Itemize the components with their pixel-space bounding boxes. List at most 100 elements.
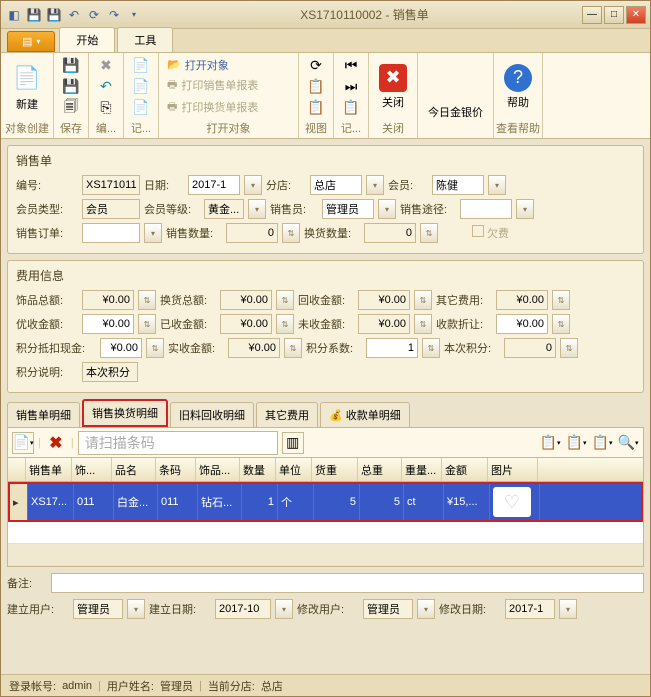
cell-image[interactable]: ♡ xyxy=(490,484,540,520)
delete-icon[interactable]: ✖ xyxy=(95,56,117,76)
f1-spin-icon[interactable]: ⇅ xyxy=(138,290,156,310)
col-amount[interactable]: 金额 xyxy=(442,458,488,481)
f9-field[interactable]: ¥0.00 xyxy=(100,338,142,358)
qat-refresh-icon[interactable]: ⟳ xyxy=(85,6,103,24)
tab-other-fee[interactable]: 其它费用 xyxy=(256,402,318,427)
next-icon[interactable]: ⏭ xyxy=(340,77,362,97)
f11-field[interactable]: 1 xyxy=(366,338,418,358)
cell-qty[interactable]: 1 xyxy=(242,484,278,520)
f5-spin-icon[interactable]: ⇅ xyxy=(138,314,156,334)
close-object-button[interactable]: ✖关闭 xyxy=(375,62,411,112)
order-drop-icon[interactable]: ▾ xyxy=(144,223,162,243)
staff-field[interactable]: 管理员 xyxy=(322,199,374,219)
save-icon[interactable]: 💾 xyxy=(60,56,82,76)
f9-spin-icon[interactable]: ⇅ xyxy=(146,338,164,358)
f12-spin-icon[interactable]: ⇅ xyxy=(560,338,578,358)
staff-drop-icon[interactable]: ▾ xyxy=(378,199,396,219)
open-object-link[interactable]: 📂打开对象 xyxy=(165,56,260,74)
mu-drop-icon[interactable]: ▾ xyxy=(417,599,435,619)
qat-undo-icon[interactable]: ↶ xyxy=(65,6,83,24)
date-field[interactable]: 2017-1 xyxy=(188,175,240,195)
tab-start[interactable]: 开始 xyxy=(59,27,115,52)
maximize-button[interactable]: □ xyxy=(604,6,624,24)
f7-spin-icon[interactable]: ⇅ xyxy=(414,314,432,334)
f3-spin-icon[interactable]: ⇅ xyxy=(414,290,432,310)
md-drop-icon[interactable]: ▾ xyxy=(559,599,577,619)
tab-recycle-detail[interactable]: 旧料回收明细 xyxy=(170,402,254,427)
cell-jewel[interactable]: 011 xyxy=(74,484,114,520)
cell-name[interactable]: 白金... xyxy=(114,484,158,520)
qat-redo-icon[interactable]: ↷ xyxy=(105,6,123,24)
cell-amount[interactable]: ¥15,... xyxy=(444,484,490,520)
col-total[interactable]: 总重 xyxy=(358,458,402,481)
barcode-input[interactable]: 请扫描条码 xyxy=(78,431,278,455)
branch-drop-icon[interactable]: ▾ xyxy=(366,175,384,195)
app-menu-button[interactable]: ▤▾ xyxy=(7,31,55,52)
prev-icon[interactable]: ⏮ xyxy=(340,56,362,76)
delete-row-button[interactable]: ✖ xyxy=(45,432,67,454)
saveas-icon[interactable]: 💾 xyxy=(60,77,82,97)
member-drop-icon[interactable]: ▾ xyxy=(488,175,506,195)
new-row-button[interactable]: 📄▾ xyxy=(12,432,34,454)
refresh-icon[interactable]: ⟳ xyxy=(305,56,327,76)
member-field[interactable]: 陈健 xyxy=(432,175,484,195)
col-jewel[interactable]: 饰... xyxy=(72,458,112,481)
col-wunit[interactable]: 重量... xyxy=(402,458,442,481)
debt-checkbox[interactable]: 欠费 xyxy=(472,225,509,241)
f11-spin-icon[interactable]: ⇅ xyxy=(422,338,440,358)
rec1-icon[interactable]: 📄 xyxy=(130,56,152,76)
f2-spin-icon[interactable]: ⇅ xyxy=(276,290,294,310)
col-jewel2[interactable]: 饰品... xyxy=(196,458,240,481)
col-unit[interactable]: 单位 xyxy=(276,458,312,481)
tb-c-icon[interactable]: 📋▾ xyxy=(591,432,613,454)
cell-wunit[interactable]: ct xyxy=(404,484,444,520)
rec3-icon[interactable]: 📄 xyxy=(130,98,152,118)
f6-spin-icon[interactable]: ⇅ xyxy=(276,314,294,334)
tab-exchange-detail[interactable]: 销售换货明细 xyxy=(82,399,168,427)
gold-price-button[interactable]: 今日金银价 xyxy=(424,68,487,122)
col-weight[interactable]: 货重 xyxy=(312,458,358,481)
col-qty[interactable]: 数量 xyxy=(240,458,276,481)
cell-jewel2[interactable]: 钻石... xyxy=(198,484,242,520)
undo-icon[interactable]: ↶ xyxy=(95,77,117,97)
cell-weight[interactable]: 5 xyxy=(314,484,360,520)
list-icon[interactable]: 📋 xyxy=(340,98,362,118)
mlevel-drop-icon[interactable]: ▾ xyxy=(248,199,266,219)
col-image[interactable]: 图片 xyxy=(488,458,538,481)
order-field[interactable] xyxy=(82,223,140,243)
f8-field[interactable]: ¥0.00 xyxy=(496,314,548,334)
help-button[interactable]: ?帮助 xyxy=(500,62,536,112)
sqty-spin-icon[interactable]: ⇅ xyxy=(282,223,300,243)
remark-field[interactable] xyxy=(51,573,644,593)
qat-save-icon[interactable]: 💾 xyxy=(25,6,43,24)
tb-a-icon[interactable]: 📋▾ xyxy=(539,432,561,454)
qat-drop-icon[interactable]: ▾ xyxy=(125,6,143,24)
f4-spin-icon[interactable]: ⇅ xyxy=(552,290,570,310)
tb-b-icon[interactable]: 📋▾ xyxy=(565,432,587,454)
copy-icon[interactable]: 🗐 xyxy=(60,98,82,118)
cell-sales[interactable]: XS17... xyxy=(28,484,74,520)
date-drop-icon[interactable]: ▾ xyxy=(244,175,262,195)
f5-field[interactable]: ¥0.00 xyxy=(82,314,134,334)
cd-drop-icon[interactable]: ▾ xyxy=(275,599,293,619)
cell-barcode[interactable]: 011 xyxy=(158,484,198,520)
f8-spin-icon[interactable]: ⇅ xyxy=(552,314,570,334)
col-name[interactable]: 品名 xyxy=(112,458,156,481)
col-barcode[interactable]: 条码 xyxy=(156,458,196,481)
cu-drop-icon[interactable]: ▾ xyxy=(127,599,145,619)
view1-icon[interactable]: 📋 xyxy=(305,77,327,97)
rec2-icon[interactable]: 📄 xyxy=(130,77,152,97)
grid-row[interactable]: ▸ XS17... 011 白金... 011 钻石... 1 个 5 5 ct… xyxy=(8,482,643,522)
chan-field[interactable] xyxy=(460,199,512,219)
paste-icon[interactable]: ⎘ xyxy=(95,98,117,118)
col-sales[interactable]: 销售单 xyxy=(26,458,72,481)
branch-field[interactable]: 总店 xyxy=(310,175,362,195)
barcode-icon[interactable]: ▥ xyxy=(282,432,304,454)
qat-saveclose-icon[interactable]: 💾 xyxy=(45,6,63,24)
view2-icon[interactable]: 📋 xyxy=(305,98,327,118)
eqty-spin-icon[interactable]: ⇅ xyxy=(420,223,438,243)
tb-d-icon[interactable]: 🔍▾ xyxy=(617,432,639,454)
chan-drop-icon[interactable]: ▾ xyxy=(516,199,534,219)
tab-tools[interactable]: 工具 xyxy=(117,27,173,52)
close-button[interactable]: ✕ xyxy=(626,6,646,24)
